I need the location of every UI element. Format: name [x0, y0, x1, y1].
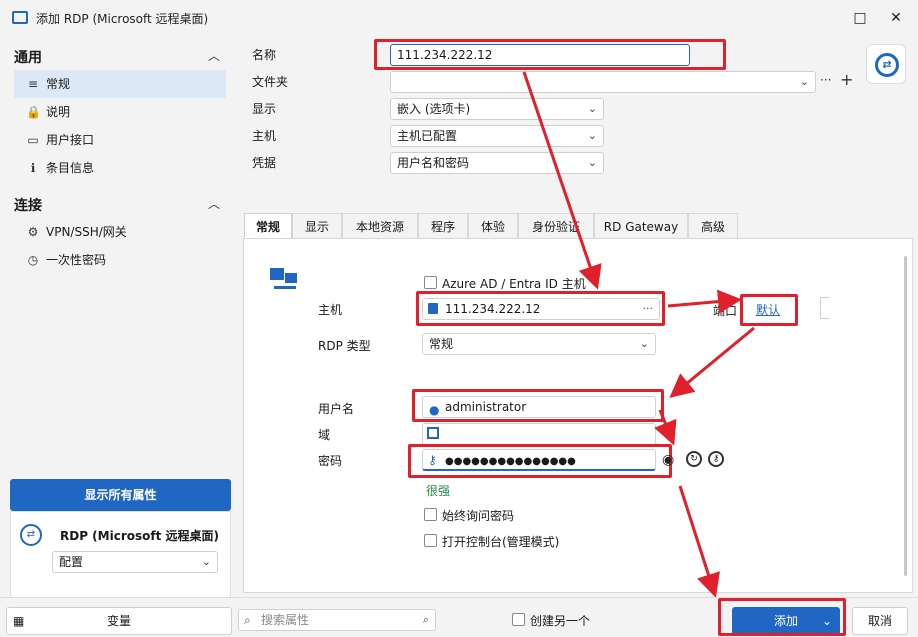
grid-icon: ▦ — [13, 614, 25, 628]
filter-search-icon[interactable]: ⌕ — [423, 610, 429, 630]
search-properties-input[interactable]: ⌕ 搜索属性 ⌕ — [238, 609, 436, 631]
arrow-port-to-username — [669, 326, 755, 398]
cancel-button[interactable]: 取消 — [852, 607, 908, 635]
arrow-host-to-port — [667, 289, 742, 314]
annotation-add-box — [718, 598, 846, 636]
search-placeholder: 搜索属性 — [261, 613, 310, 627]
arrow-username-to-password — [654, 409, 677, 446]
create-another-label: 创建另一个 — [530, 614, 591, 628]
arrow-name-to-host — [522, 71, 602, 290]
variables-label: 变量 — [106, 614, 131, 628]
arrow-password-to-add — [678, 485, 720, 598]
variables-button[interactable]: ▦ 变量 — [6, 607, 232, 635]
search-icon: ⌕ — [244, 613, 251, 627]
create-another-checkbox[interactable] — [512, 613, 525, 626]
annotation-arrows — [522, 71, 755, 598]
